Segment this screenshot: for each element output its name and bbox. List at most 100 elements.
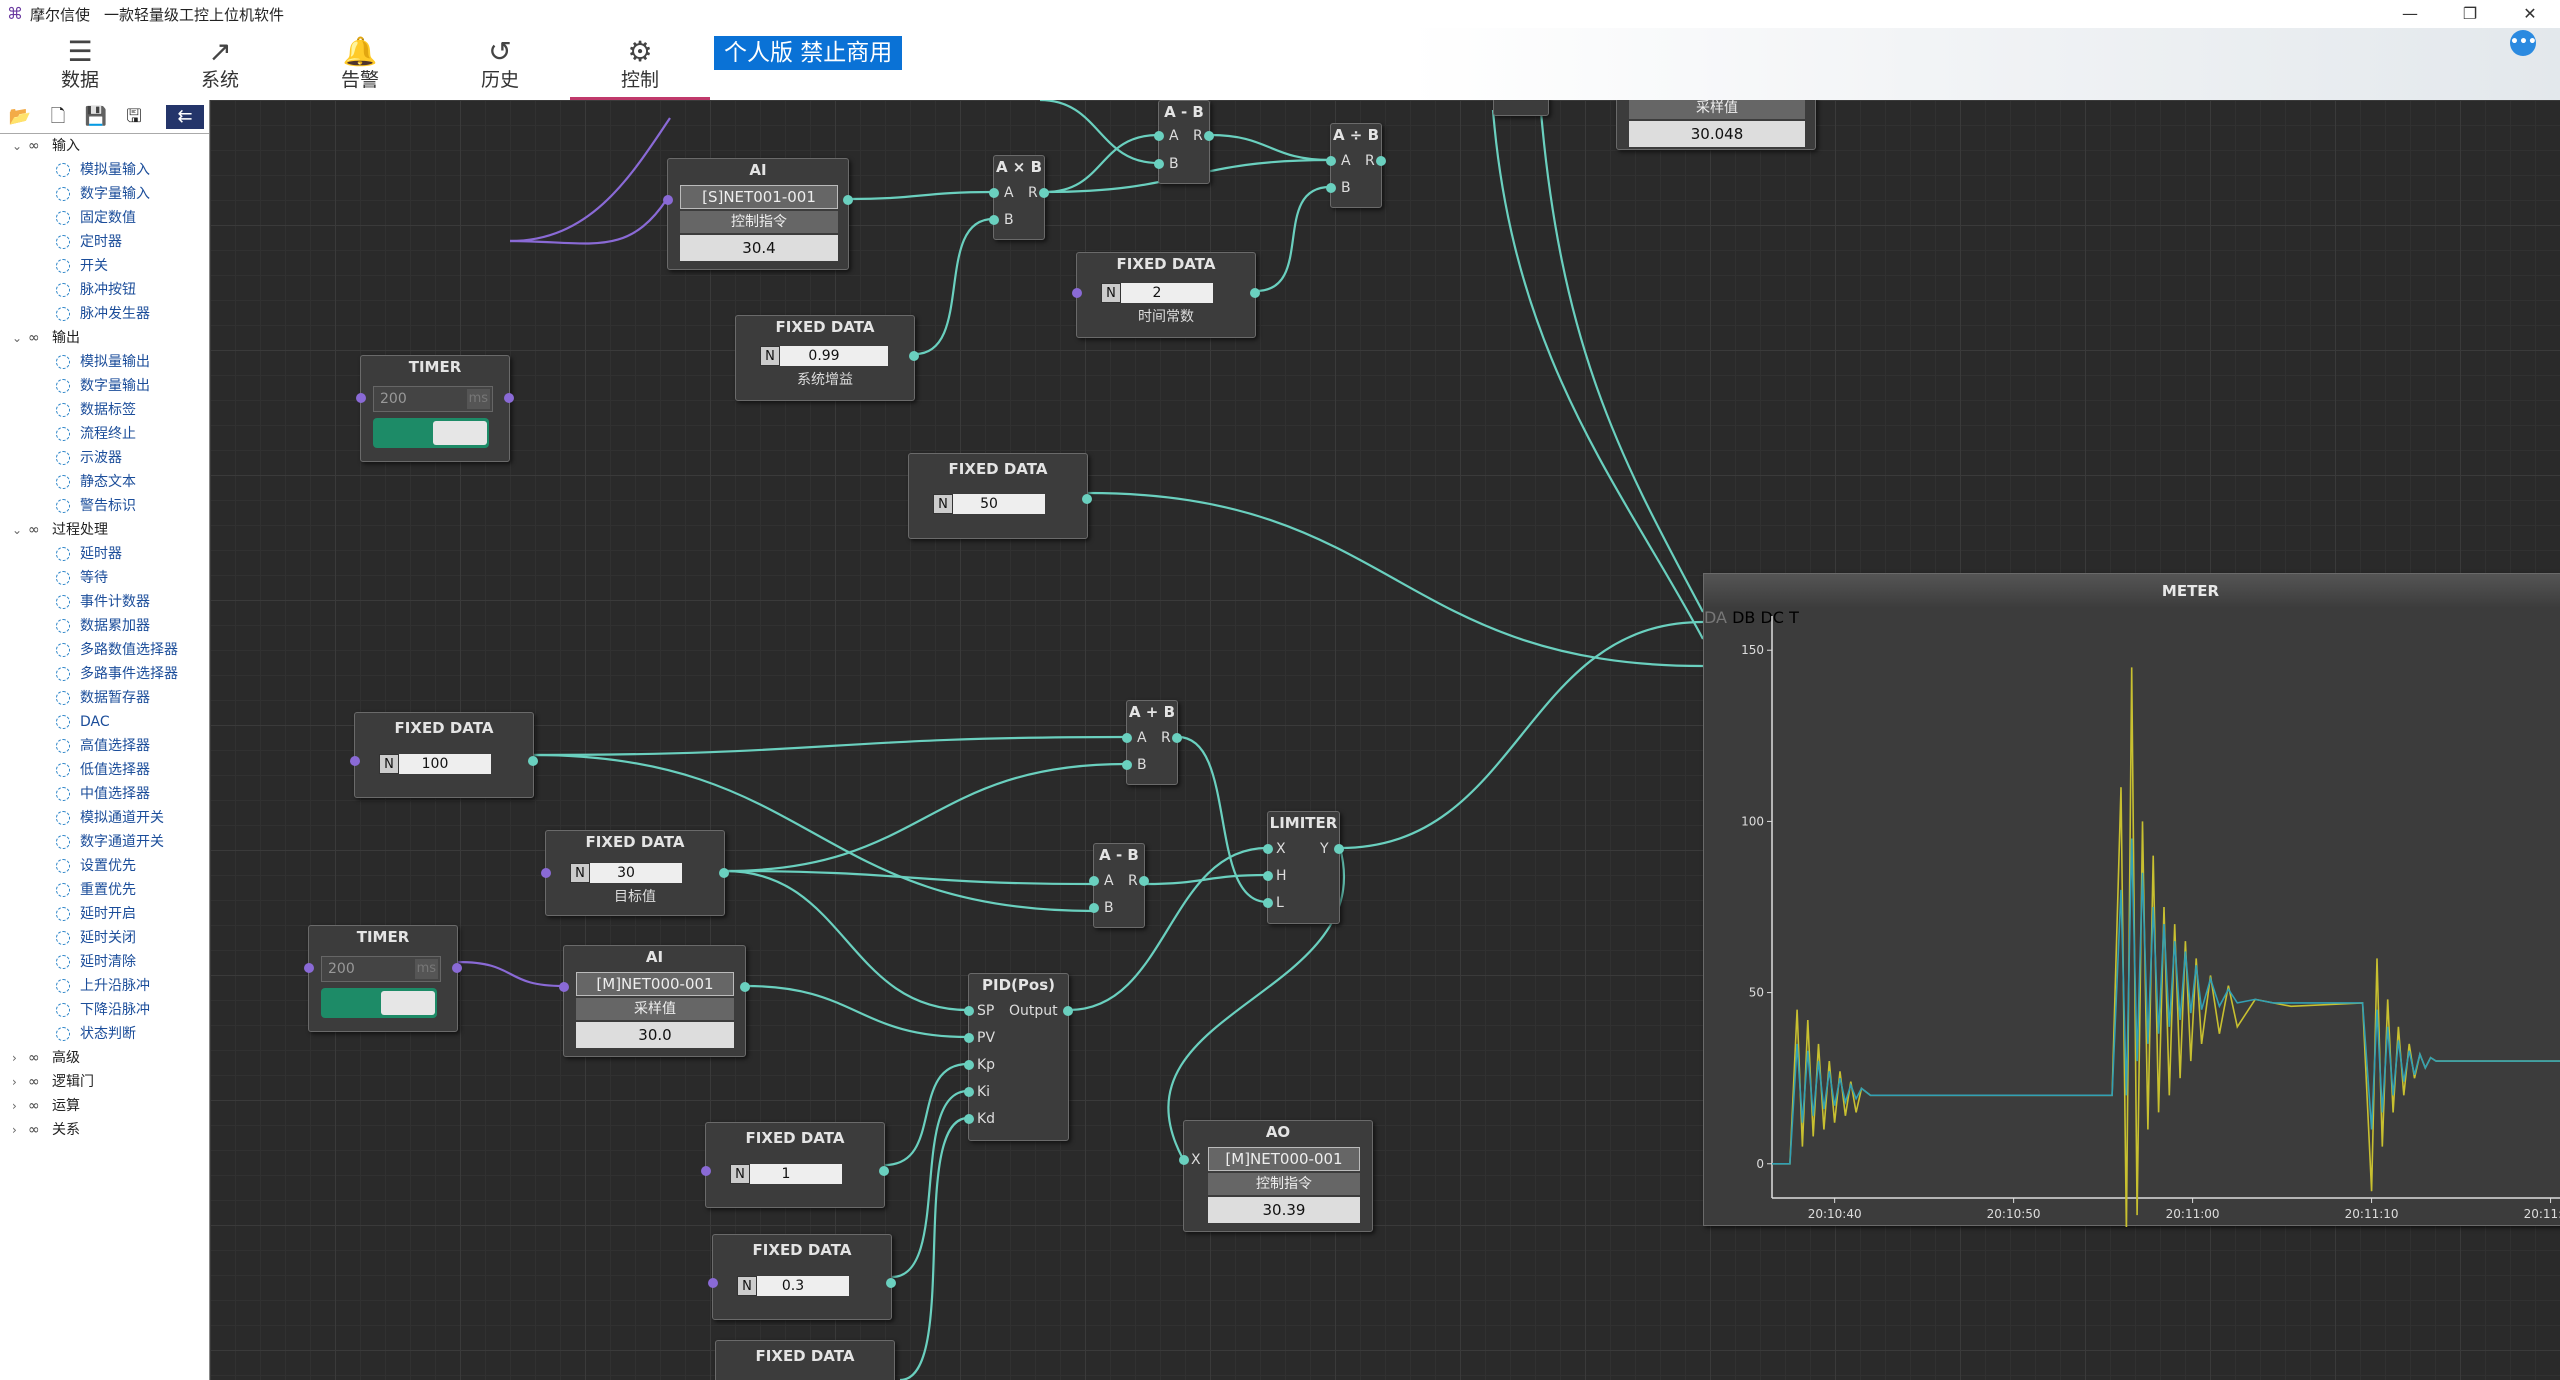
tree-item[interactable]: 模拟通道开关: [0, 806, 209, 830]
input-port[interactable]: [1072, 288, 1082, 298]
input-port-b[interactable]: [1122, 760, 1132, 770]
timer-interval-input[interactable]: 200 ms: [373, 386, 493, 412]
ai-node-control[interactable]: AI [S]NET001-001 控制指令 30.4: [663, 158, 853, 270]
ai-tag-field[interactable]: [M]NET000-001: [576, 972, 734, 996]
input-port[interactable]: [559, 982, 569, 992]
tree-category[interactable]: ⌄ ∞ 输入: [0, 134, 209, 158]
tree-item[interactable]: 延时开启: [0, 902, 209, 926]
divide-node[interactable]: A ÷ B A B R: [1326, 123, 1386, 208]
tree-item[interactable]: 数字量输入: [0, 182, 209, 206]
limiter-node[interactable]: LIMITER X H L Y: [1263, 811, 1344, 924]
tree-item[interactable]: 低值选择器: [0, 758, 209, 782]
fixed-value-input[interactable]: N 100: [379, 754, 491, 774]
subtract-node-top[interactable]: A - B A B R: [1154, 100, 1214, 184]
fixed-value-input[interactable]: N 0.99: [760, 346, 888, 366]
output-port[interactable]: [452, 963, 462, 973]
timer-toggle[interactable]: [373, 418, 489, 448]
tree-item[interactable]: 数字通道开关: [0, 830, 209, 854]
fixed-data-node-time-constant[interactable]: FIXED DATA N2 时间常数: [1072, 252, 1260, 338]
output-port[interactable]: [909, 351, 919, 361]
chevron-down-icon[interactable]: ⌄: [12, 134, 28, 158]
tree-item[interactable]: 下降沿脉冲: [0, 998, 209, 1022]
output-port-y[interactable]: [1334, 844, 1344, 854]
input-port-x[interactable]: [1263, 844, 1273, 854]
input-port-x[interactable]: [1179, 1155, 1189, 1165]
chevron-down-icon[interactable]: ⌄: [12, 518, 28, 542]
output-port[interactable]: [843, 195, 853, 205]
ao-node[interactable]: AO X [M]NET000-001 控制指令 30.39: [1179, 1120, 1373, 1232]
output-port[interactable]: [1250, 288, 1260, 298]
pid-node[interactable]: PID(Pos) SP PV Kp Ki Kd Output: [964, 973, 1073, 1141]
nav-alarm-button[interactable]: 🔔 告警: [290, 36, 430, 100]
output-port-r[interactable]: [1139, 876, 1149, 886]
fixed-value-input[interactable]: N2: [1101, 283, 1213, 303]
tree-item[interactable]: 固定数值: [0, 206, 209, 230]
new-file-icon[interactable]: 🗋: [44, 105, 72, 129]
output-port[interactable]: [1063, 1006, 1073, 1016]
output-port[interactable]: [886, 1278, 896, 1288]
input-port-h[interactable]: [1263, 871, 1273, 881]
output-port[interactable]: [528, 756, 538, 766]
multiply-node[interactable]: A × B A B R: [989, 155, 1049, 240]
output-port-r[interactable]: [1172, 733, 1182, 743]
fixed-data-node-kd[interactable]: FIXED DATA: [715, 1340, 895, 1380]
tree-category[interactable]: › ∞ 关系: [0, 1118, 209, 1142]
nav-control-button[interactable]: ⚙ 控制: [570, 36, 710, 100]
input-port[interactable]: [701, 1166, 711, 1176]
output-port[interactable]: [879, 1166, 889, 1176]
tree-item[interactable]: 事件计数器: [0, 590, 209, 614]
input-port[interactable]: [663, 195, 673, 205]
tree-item[interactable]: 高值选择器: [0, 734, 209, 758]
tree-category[interactable]: › ∞ 高级: [0, 1046, 209, 1070]
tree-item[interactable]: 重置优先: [0, 878, 209, 902]
tree-item[interactable]: 静态文本: [0, 470, 209, 494]
output-port[interactable]: [740, 982, 750, 992]
fixed-data-node-setpoint[interactable]: FIXED DATA N 30 目标值: [541, 830, 729, 916]
fixed-data-node-100[interactable]: FIXED DATA N 100: [350, 712, 538, 798]
close-button[interactable]: ✕: [2500, 0, 2560, 28]
input-port[interactable]: [708, 1278, 718, 1288]
tree-category[interactable]: ⌄ ∞ 输出: [0, 326, 209, 350]
input-port-b[interactable]: [1089, 903, 1099, 913]
ai-node-sample-top[interactable]: 采样值 30.048: [1616, 100, 1816, 150]
flow-canvas[interactable]: AI [S]NET001-001 控制指令 30.4 TIMER 200 ms A…: [210, 100, 2560, 1380]
collapse-sidebar-icon[interactable]: ⇇: [166, 105, 204, 129]
fixed-value-input[interactable]: N 50: [933, 494, 1045, 514]
tree-item[interactable]: 数据累加器: [0, 614, 209, 638]
open-folder-icon[interactable]: 📂: [6, 105, 34, 129]
input-port-a[interactable]: [1089, 876, 1099, 886]
ai-node-sample[interactable]: AI [M]NET000-001 采样值 30.0: [559, 945, 750, 1057]
chevron-right-icon[interactable]: ›: [12, 1118, 28, 1142]
fixed-data-node-gain[interactable]: FIXED DATA N 0.99 系统增益: [735, 315, 919, 401]
input-port-pv[interactable]: [964, 1033, 974, 1043]
minimize-button[interactable]: —: [2380, 0, 2440, 28]
input-port-a[interactable]: [1326, 156, 1336, 166]
input-port[interactable]: [541, 868, 551, 878]
input-port-kp[interactable]: [964, 1060, 974, 1070]
tree-item[interactable]: 设置优先: [0, 854, 209, 878]
tree-item[interactable]: 延时器: [0, 542, 209, 566]
tree-item[interactable]: 模拟量输出: [0, 350, 209, 374]
meter-node[interactable]: METER DA DB DC T 0 50 100 150 20:10:40 20:10:…: [1703, 573, 2560, 1227]
tree-item[interactable]: 延时关闭: [0, 926, 209, 950]
tree-item[interactable]: 开关: [0, 254, 209, 278]
chevron-right-icon[interactable]: ›: [12, 1094, 28, 1118]
input-port-a[interactable]: [1122, 733, 1132, 743]
fixed-data-node-50[interactable]: FIXED DATA N 50: [908, 453, 1092, 539]
partial-node[interactable]: [1493, 100, 1549, 116]
output-port[interactable]: [504, 393, 514, 403]
input-port-a[interactable]: [989, 188, 999, 198]
nav-data-button[interactable]: ☰ 数据: [10, 36, 150, 100]
output-port-r[interactable]: [1039, 188, 1049, 198]
input-port-b[interactable]: [1326, 183, 1336, 193]
add-node[interactable]: A + B A B R: [1122, 700, 1182, 785]
chevron-right-icon[interactable]: ›: [12, 1070, 28, 1094]
chevron-down-icon[interactable]: ⌄: [12, 326, 28, 350]
maximize-button[interactable]: ❐: [2440, 0, 2500, 28]
output-port[interactable]: [1082, 494, 1092, 504]
nav-system-button[interactable]: ↗ 系统: [150, 36, 290, 100]
tree-item[interactable]: DAC: [0, 710, 209, 734]
tree-item[interactable]: 模拟量输入: [0, 158, 209, 182]
tree-item[interactable]: 等待: [0, 566, 209, 590]
timer-node[interactable]: TIMER 200 ms: [356, 355, 514, 462]
